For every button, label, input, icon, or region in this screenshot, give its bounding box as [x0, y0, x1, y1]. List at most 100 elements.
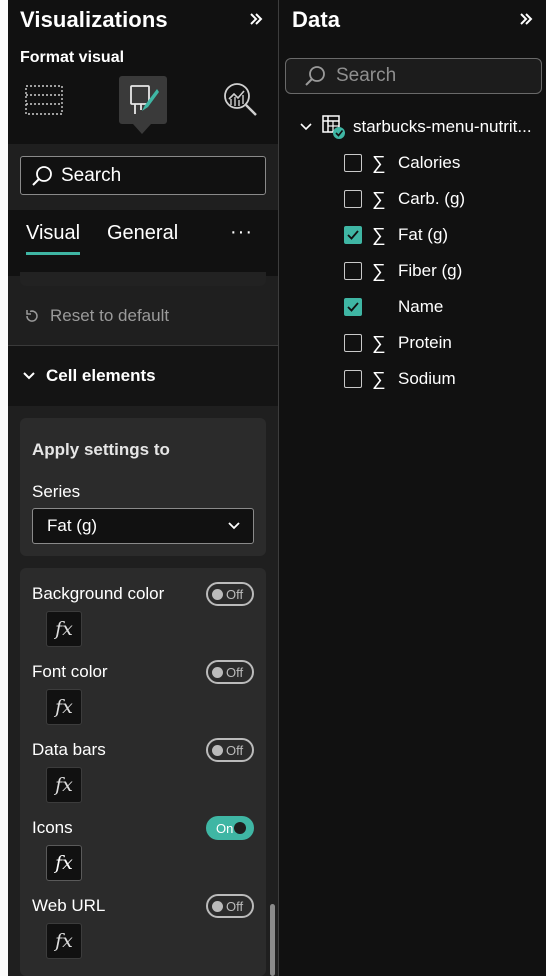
checkbox-checked[interactable]: [344, 226, 362, 244]
toggle-knob: [212, 900, 223, 912]
field-name[interactable]: Name: [344, 293, 544, 321]
table-node-starbucks[interactable]: starbucks-menu-nutrit...: [299, 113, 546, 141]
tab-visual[interactable]: Visual: [26, 222, 81, 255]
sigma-icon: ∑: [372, 332, 386, 354]
visualizations-title: Visualizations: [20, 7, 168, 32]
format-visual-subtitle: Format visual: [20, 49, 125, 66]
icons-fx-button[interactable]: fx: [46, 845, 82, 881]
data-search-placeholder: Search: [336, 65, 397, 86]
toggle-state: Off: [226, 586, 244, 602]
toggle-state: On: [216, 820, 234, 836]
checkbox[interactable]: [344, 154, 362, 172]
chevron-down-icon: [300, 123, 312, 131]
toggle-state: Off: [226, 898, 244, 914]
check-icon: [347, 230, 359, 240]
cell-elements-section-toggle[interactable]: Cell elements: [8, 346, 278, 406]
search-icon: [32, 165, 52, 186]
build-visual-tab[interactable]: [20, 76, 68, 124]
checkbox[interactable]: [344, 262, 362, 280]
double-chevron-right-icon: [520, 13, 533, 25]
field-label: Protein: [398, 333, 452, 352]
previous-card-edge: [20, 272, 266, 286]
active-tab-pointer: [133, 124, 151, 134]
reset-to-default-button[interactable]: Reset to default: [8, 286, 278, 346]
toggle-state: Off: [226, 664, 244, 680]
checkbox[interactable]: [344, 334, 362, 352]
analytics-tab[interactable]: [217, 76, 265, 124]
toggle-knob: [212, 744, 223, 756]
search-icon: [305, 66, 325, 86]
check-icon: [347, 302, 359, 312]
background-color-label: Background color: [32, 584, 165, 603]
fx-icon: fx: [55, 618, 73, 640]
sigma-icon: ∑: [372, 188, 386, 210]
field-label: Name: [398, 297, 444, 316]
reset-icon: [26, 309, 38, 322]
field-carb[interactable]: ∑ Carb. (g): [344, 185, 544, 213]
sigma-icon: ∑: [372, 152, 386, 174]
field-label: Sodium: [398, 369, 456, 388]
data-bars-fx-button[interactable]: fx: [46, 767, 82, 803]
field-sodium[interactable]: ∑ Sodium: [344, 365, 544, 393]
more-options-button[interactable]: ···: [230, 222, 253, 242]
font-color-toggle[interactable]: Off: [206, 660, 254, 684]
table-icon: [322, 115, 345, 139]
web-url-label: Web URL: [32, 896, 106, 915]
font-color-fx-button[interactable]: fx: [46, 689, 82, 725]
toggle-knob: [212, 588, 223, 600]
search-label: Search: [61, 164, 122, 186]
field-protein[interactable]: ∑ Protein: [344, 329, 544, 357]
checkbox-checked[interactable]: [344, 298, 362, 316]
series-dropdown[interactable]: Fat (g): [32, 508, 254, 544]
sigma-icon: ∑: [372, 260, 386, 282]
table-grid-icon: [25, 85, 63, 115]
format-search-input[interactable]: Search: [20, 156, 266, 195]
data-title: Data: [292, 7, 341, 32]
toggle-state: Off: [226, 742, 244, 758]
field-fiber[interactable]: ∑ Fiber (g): [344, 257, 544, 285]
format-visual-tab[interactable]: [119, 76, 167, 124]
data-search-input[interactable]: Search: [285, 58, 542, 94]
cell-elements-title: Cell elements: [46, 366, 156, 385]
field-fat[interactable]: ∑ Fat (g): [344, 221, 544, 249]
fx-icon: fx: [55, 696, 73, 718]
sigma-icon: ∑: [372, 224, 386, 246]
web-url-fx-button[interactable]: fx: [46, 923, 82, 959]
field-label: Fat (g): [398, 225, 449, 244]
toggle-knob: [212, 666, 223, 678]
sigma-icon: ∑: [372, 368, 386, 390]
collapse-visualizations-button[interactable]: [246, 9, 266, 29]
visualizations-pane: Visualizations Format visual Search Visu…: [8, 0, 278, 976]
background-color-fx-button[interactable]: fx: [46, 611, 82, 647]
reset-label: Reset to default: [50, 305, 170, 325]
data-bars-toggle[interactable]: Off: [206, 738, 254, 762]
collapse-data-button[interactable]: [516, 9, 536, 29]
web-url-toggle[interactable]: Off: [206, 894, 254, 918]
data-pane: Data Search starbucks-menu-nutrit... ∑ C…: [279, 0, 546, 976]
fx-icon: fx: [55, 774, 73, 796]
checkbox[interactable]: [344, 190, 362, 208]
tab-general[interactable]: General: [107, 222, 178, 245]
checkbox[interactable]: [344, 370, 362, 388]
visual-general-tabs: Visual General ···: [8, 210, 278, 276]
background-color-toggle[interactable]: Off: [206, 582, 254, 606]
table-name: starbucks-menu-nutrit...: [353, 117, 532, 136]
icons-label: Icons: [32, 818, 73, 837]
chevron-down-icon: [23, 372, 35, 380]
chevron-down-icon: [228, 522, 240, 530]
format-pane-scrollbar[interactable]: [270, 904, 275, 976]
field-label: Fiber (g): [398, 261, 463, 280]
paint-brush-icon: [130, 85, 159, 114]
apply-settings-card: Apply settings to Series Fat (g): [20, 418, 266, 556]
visualizations-header: Visualizations Format visual: [8, 0, 278, 144]
apply-settings-heading: Apply settings to: [32, 440, 170, 459]
cell-settings-card: Background color Off fx Font color Off f…: [20, 568, 266, 976]
icons-toggle[interactable]: On: [206, 816, 254, 840]
window-edge: [0, 0, 8, 976]
data-bars-label: Data bars: [32, 740, 106, 759]
field-calories[interactable]: ∑ Calories: [344, 149, 544, 177]
series-label: Series: [32, 482, 81, 501]
fx-icon: fx: [55, 852, 73, 874]
fx-icon: fx: [55, 930, 73, 952]
field-label: Carb. (g): [398, 189, 466, 208]
